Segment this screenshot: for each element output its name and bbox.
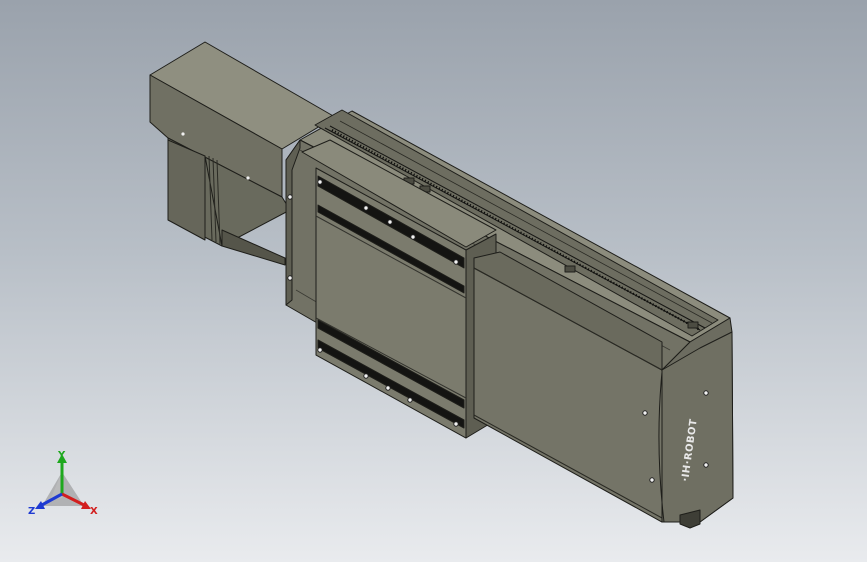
- cad-viewport[interactable]: ·IH·ROBOT Y X Z: [0, 0, 867, 562]
- z-axis-label: Z: [28, 506, 35, 517]
- y-axis-label: Y: [57, 450, 66, 461]
- axis-triad[interactable]: Y X Z: [28, 448, 104, 520]
- linear-actuator-model[interactable]: ·IH·ROBOT: [0, 0, 867, 562]
- x-axis-label: X: [90, 506, 98, 517]
